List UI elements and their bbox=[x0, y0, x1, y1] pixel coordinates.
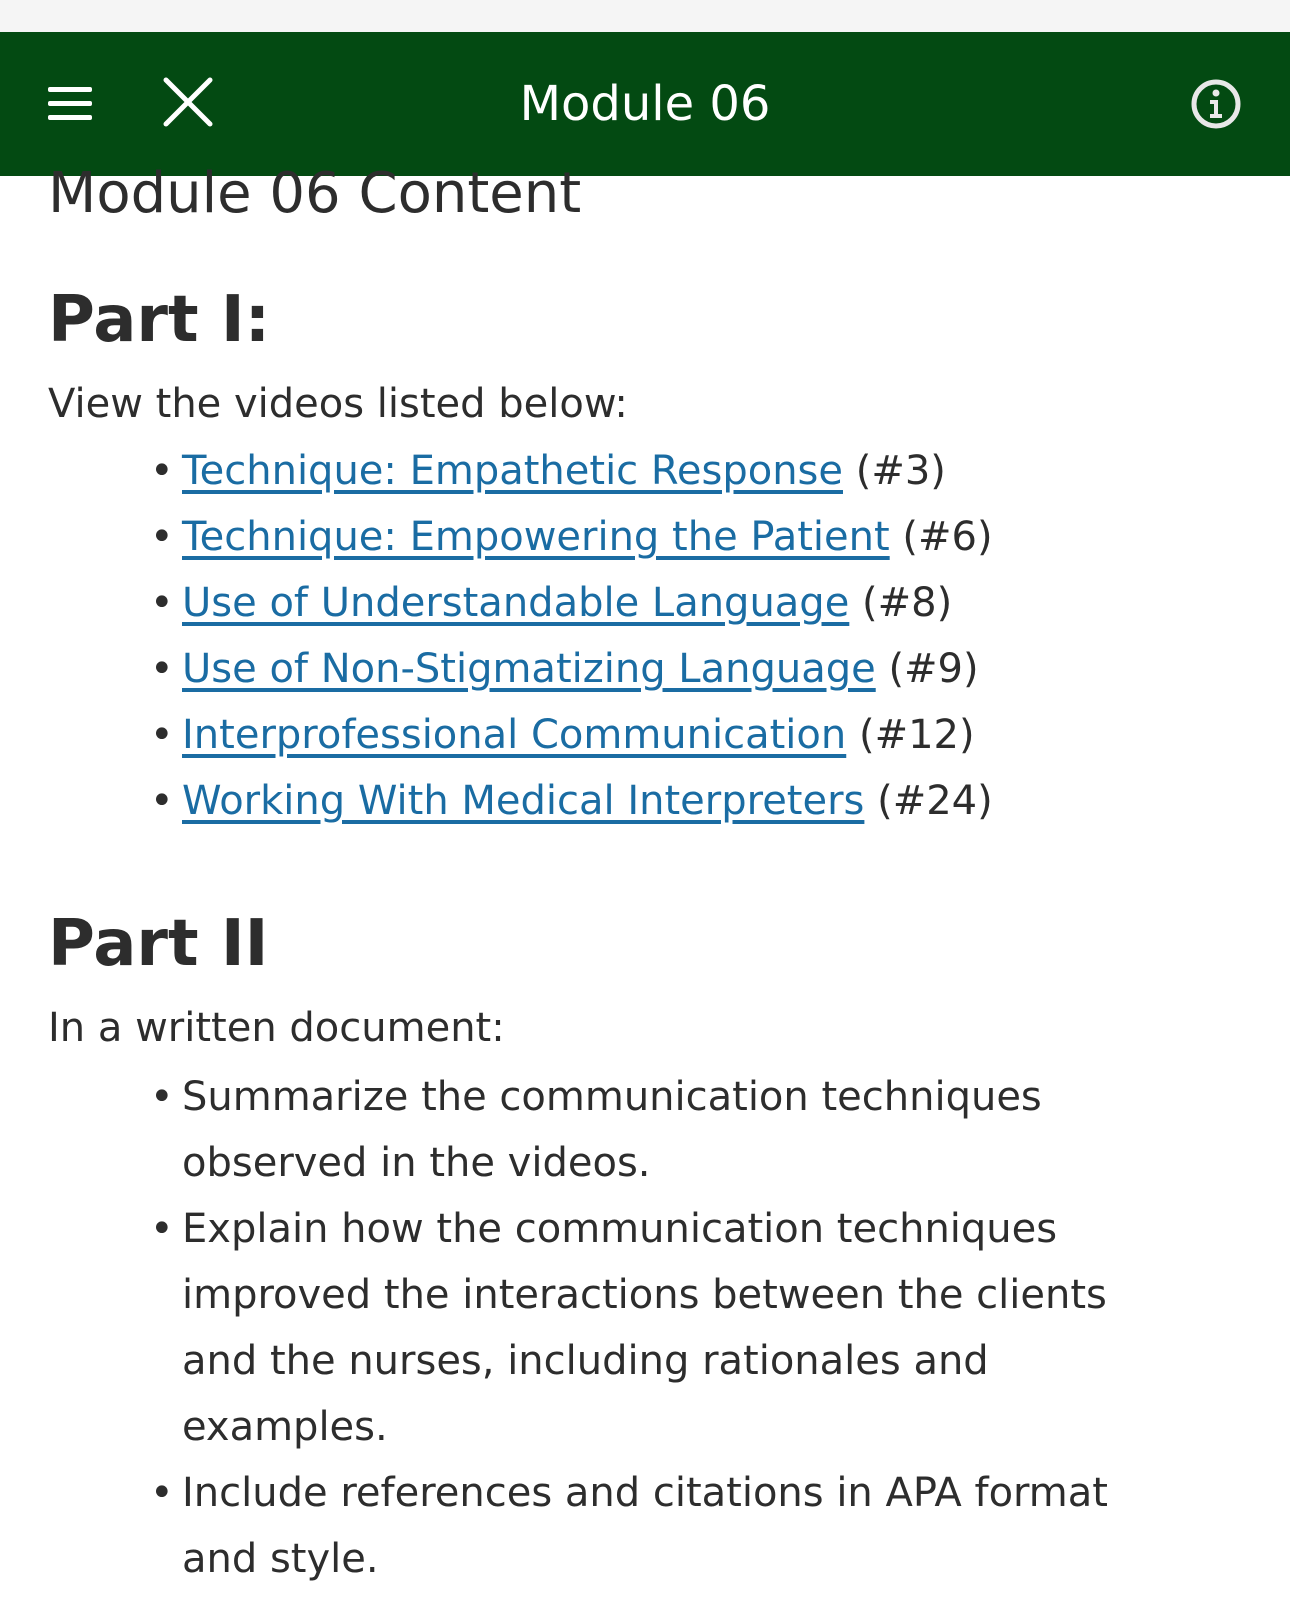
video-link[interactable]: Technique: Empowering the Patient bbox=[182, 514, 890, 560]
video-link[interactable]: Working With Medical Interpreters bbox=[182, 778, 864, 824]
video-number: (#24) bbox=[877, 778, 993, 824]
list-item: • Use of Understandable Language (#8) bbox=[150, 580, 953, 626]
page-heading: Module 06 Content bbox=[48, 161, 582, 226]
close-icon[interactable] bbox=[158, 72, 218, 132]
video-link[interactable]: Technique: Empathetic Response bbox=[182, 448, 843, 494]
hamburger-icon[interactable] bbox=[42, 72, 102, 132]
part1-intro: View the videos listed below: bbox=[48, 381, 628, 427]
list-item: • Technique: Empathetic Response (#3) bbox=[150, 448, 946, 494]
video-number: (#6) bbox=[902, 514, 993, 560]
video-link[interactable]: Interprofessional Communication bbox=[182, 712, 846, 758]
status-strip bbox=[0, 0, 1290, 32]
part2-intro: In a written document: bbox=[48, 1005, 505, 1051]
info-icon[interactable] bbox=[1188, 76, 1244, 132]
list-item: • Use of Non-Stigmatizing Language (#9) bbox=[150, 646, 979, 692]
list-item: • Explain how the communication technique… bbox=[150, 1206, 1107, 1450]
list-item: • Include references and citations in APA… bbox=[150, 1470, 1108, 1582]
list-item: • Working With Medical Interpreters (#24) bbox=[150, 778, 993, 824]
part2-heading: Part II bbox=[48, 907, 269, 981]
video-list: • Technique: Empathetic Response (#3) • Te… bbox=[150, 438, 1150, 834]
part1-heading: Part I: bbox=[48, 283, 271, 357]
list-item: • Interprofessional Communication (#12) bbox=[150, 712, 975, 758]
video-number: (#3) bbox=[855, 448, 946, 494]
task-text: Include references and citations in APA … bbox=[182, 1470, 1108, 1582]
video-number: (#9) bbox=[888, 646, 979, 692]
task-text: Explain how the communication techniques… bbox=[182, 1206, 1107, 1450]
task-text: Summarize the communication techniques o… bbox=[182, 1074, 1042, 1186]
video-number: (#8) bbox=[862, 580, 953, 626]
video-link[interactable]: Use of Non-Stigmatizing Language bbox=[182, 646, 876, 692]
list-item: • Technique: Empowering the Patient (#6) bbox=[150, 514, 993, 560]
video-number: (#12) bbox=[858, 712, 975, 758]
video-link[interactable]: Use of Understandable Language bbox=[182, 580, 849, 626]
task-list: • Summarize the communication techniques … bbox=[150, 1064, 1110, 1592]
list-item: • Summarize the communication techniques … bbox=[150, 1074, 1042, 1186]
top-bar: Module 06 bbox=[0, 32, 1290, 176]
